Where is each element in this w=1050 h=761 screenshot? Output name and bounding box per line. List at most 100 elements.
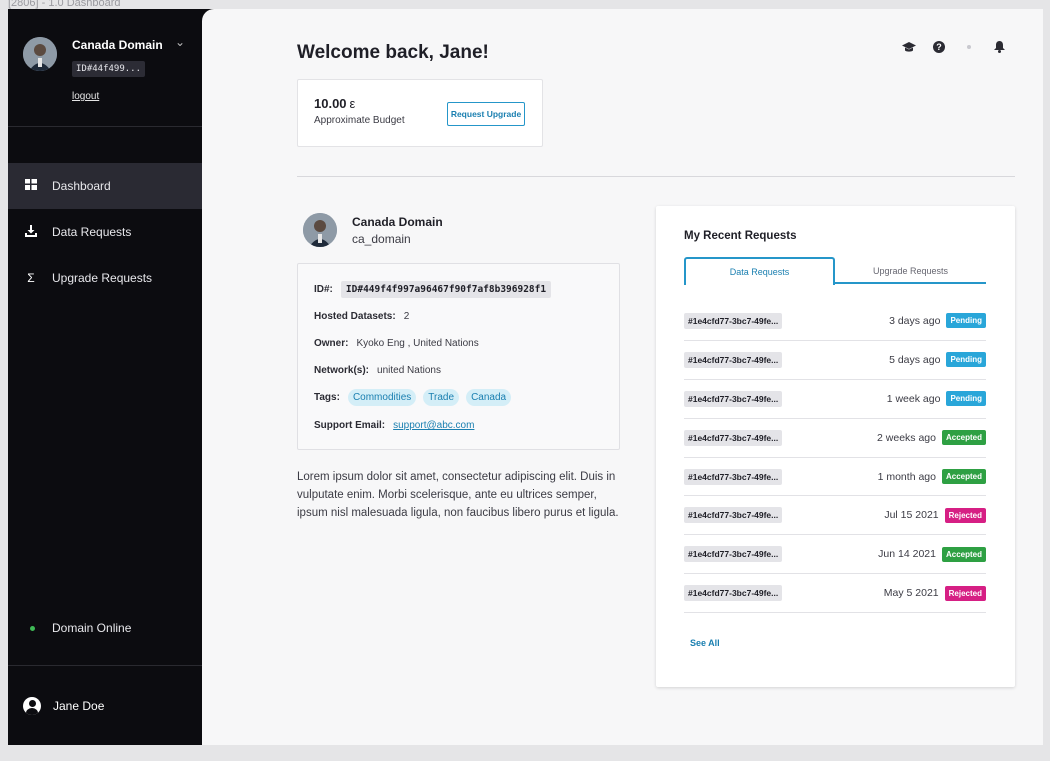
- sidebar-item-label: Dashboard: [52, 179, 111, 193]
- email-row: Support Email: support@abc.com: [314, 420, 474, 431]
- request-tabs: Data Requests Upgrade Requests: [684, 257, 986, 285]
- sidebar-item-label: Upgrade Requests: [52, 271, 153, 285]
- network-row: Network(s): united Nations: [314, 365, 441, 376]
- request-time: 2 weeks ago: [877, 431, 936, 444]
- tab-upgrade-requests[interactable]: Upgrade Requests: [835, 257, 986, 284]
- email-label: Support Email:: [314, 420, 386, 431]
- page-title: Welcome back, Jane!: [297, 42, 489, 63]
- dot-icon: [961, 39, 977, 55]
- bell-icon[interactable]: [991, 39, 1007, 55]
- request-time: 5 days ago: [889, 353, 941, 366]
- download-icon: [24, 224, 38, 240]
- sidebar-item-label: Data Requests: [52, 225, 132, 239]
- profile-avatar: [303, 213, 337, 247]
- request-id: #1e4cfd77-3bc7-49fe...: [684, 390, 783, 407]
- request-time: 1 week ago: [886, 392, 941, 405]
- request-time: Jun 14 2021: [878, 548, 936, 561]
- id-row: ID#: ID#449f4f997a96467f90f7af8b396928f1: [314, 281, 552, 298]
- status-badge: Accepted: [941, 546, 986, 562]
- tags-label: Tags:: [314, 392, 340, 403]
- recent-requests-panel: My Recent Requests Data Requests Upgrade…: [656, 206, 1015, 687]
- domain-status: Domain Online: [30, 621, 131, 635]
- see-all-link[interactable]: See All: [690, 638, 720, 648]
- tag-chip[interactable]: Trade: [423, 389, 460, 406]
- profile-name: Canada Domain: [352, 215, 443, 229]
- domain-description: Lorem ipsum dolor sit amet, consectetur …: [297, 471, 619, 519]
- app-window: Canada Domain ⌄ ID#44f499... logout Dash…: [8, 9, 1043, 745]
- domain-id-badge: ID#44f499...: [72, 61, 146, 77]
- support-email-link[interactable]: support@abc.com: [393, 420, 474, 431]
- request-id: #1e4cfd77-3bc7-49fe...: [684, 429, 783, 446]
- status-label: Domain Online: [52, 621, 132, 635]
- domain-info-card: ID#: ID#449f4f997a96467f90f7af8b396928f1…: [297, 263, 620, 450]
- request-time: 1 month ago: [877, 470, 936, 483]
- datasets-row: Hosted Datasets: 2: [314, 311, 409, 322]
- tags-row: Tags: Commodities Trade Canada: [314, 389, 518, 406]
- panel-title: My Recent Requests: [684, 230, 797, 242]
- request-upgrade-button[interactable]: Request Upgrade: [447, 102, 525, 126]
- request-time: May 5 2021: [883, 587, 939, 600]
- request-id: #1e4cfd77-3bc7-49fe...: [684, 468, 783, 485]
- request-id: #1e4cfd77-3bc7-49fe...: [684, 351, 783, 368]
- budget-unit: ε: [349, 96, 356, 111]
- request-id: #1e4cfd77-3bc7-49fe...: [684, 585, 783, 602]
- sidebar: Canada Domain ⌄ ID#44f499... logout Dash…: [8, 9, 202, 745]
- request-list: #1e4cfd77-3bc7-49fe... 3 days ago Pending #…: [684, 302, 986, 614]
- user-name: Jane Doe: [53, 698, 105, 713]
- tag-chip[interactable]: Commodities: [347, 389, 417, 406]
- request-id: #1e4cfd77-3bc7-49fe...: [684, 507, 783, 524]
- network-label: Network(s):: [314, 365, 370, 376]
- budget-value: 10.00 ε: [314, 96, 356, 111]
- request-row[interactable]: #1e4cfd77-3bc7-49fe... May 5 2021 Rejected: [684, 574, 986, 614]
- request-row[interactable]: #1e4cfd77-3bc7-49fe... 3 days ago Pending: [684, 302, 986, 341]
- sidebar-item-dashboard[interactable]: Dashboard: [8, 163, 202, 209]
- frame-label: [2806] - 1.0 Dashboard: [8, 0, 121, 9]
- status-badge: Rejected: [944, 507, 986, 523]
- domain-avatar: [23, 37, 57, 71]
- status-badge: Rejected: [944, 585, 986, 601]
- request-id: #1e4cfd77-3bc7-49fe...: [684, 546, 783, 563]
- domain-switcher: Canada Domain ⌄ ID#44f499... logout: [8, 9, 202, 127]
- owner-row: Owner: Kyoko Eng , United Nations: [314, 338, 479, 349]
- status-badge: Accepted: [941, 469, 986, 484]
- sidebar-item-data-requests[interactable]: Data Requests: [8, 209, 202, 255]
- request-id: #1e4cfd77-3bc7-49fe...: [684, 312, 783, 329]
- divider: [297, 176, 1015, 177]
- budget-card: 10.00 ε Approximate Budget Request Upgrad…: [297, 79, 543, 147]
- status-badge: Pending: [946, 352, 986, 368]
- sidebar-item-upgrade-requests[interactable]: Σ Upgrade Requests: [8, 255, 202, 301]
- request-row[interactable]: #1e4cfd77-3bc7-49fe... Jul 15 2021 Rejecte…: [684, 496, 986, 536]
- sigma-icon: Σ: [27, 271, 35, 285]
- datasets-value: 2: [403, 311, 410, 322]
- request-time: 3 days ago: [889, 314, 941, 327]
- id-label: ID#:: [314, 284, 333, 295]
- tag-chip[interactable]: Canada: [466, 389, 512, 406]
- status-badge: Pending: [946, 313, 986, 329]
- chevron-down-icon[interactable]: ⌄: [175, 35, 185, 49]
- status-badge: Accepted: [941, 430, 986, 446]
- status-badge: Pending: [946, 391, 986, 407]
- help-icon[interactable]: ?: [931, 39, 947, 55]
- graduation-cap-icon[interactable]: [901, 39, 917, 55]
- domain-name[interactable]: Canada Domain: [72, 38, 163, 52]
- tab-data-requests[interactable]: Data Requests: [684, 257, 835, 285]
- budget-label: Approximate Budget: [314, 115, 405, 126]
- owner-value: Kyoko Eng , United Nations: [356, 338, 479, 349]
- request-row[interactable]: #1e4cfd77-3bc7-49fe... 2 weeks ago Accepte…: [684, 419, 986, 458]
- main-content: Welcome back, Jane! ? 10.00 ε Approximate…: [202, 9, 1043, 745]
- request-row[interactable]: #1e4cfd77-3bc7-49fe... 1 month ago Accepte…: [684, 458, 986, 497]
- request-time: Jul 15 2021: [884, 509, 939, 522]
- logout-link[interactable]: logout: [72, 91, 99, 102]
- profile-handle: ca_domain: [352, 232, 411, 246]
- status-dot-icon: [30, 625, 35, 631]
- request-row[interactable]: #1e4cfd77-3bc7-49fe... 1 week ago Pending: [684, 380, 986, 419]
- id-value: ID#449f4f997a96467f90f7af8b396928f1: [340, 281, 552, 298]
- datasets-label: Hosted Datasets:: [314, 311, 396, 322]
- user-icon: [23, 696, 41, 715]
- grid-icon: [24, 179, 38, 193]
- sidebar-nav: Dashboard Data Requests Σ Upgrade Reques…: [8, 163, 202, 301]
- request-row[interactable]: #1e4cfd77-3bc7-49fe... Jun 14 2021 Accepte…: [684, 535, 986, 575]
- request-row[interactable]: #1e4cfd77-3bc7-49fe... 5 days ago Pending: [684, 341, 986, 380]
- owner-label: Owner:: [314, 338, 349, 349]
- user-menu[interactable]: Jane Doe: [8, 665, 202, 745]
